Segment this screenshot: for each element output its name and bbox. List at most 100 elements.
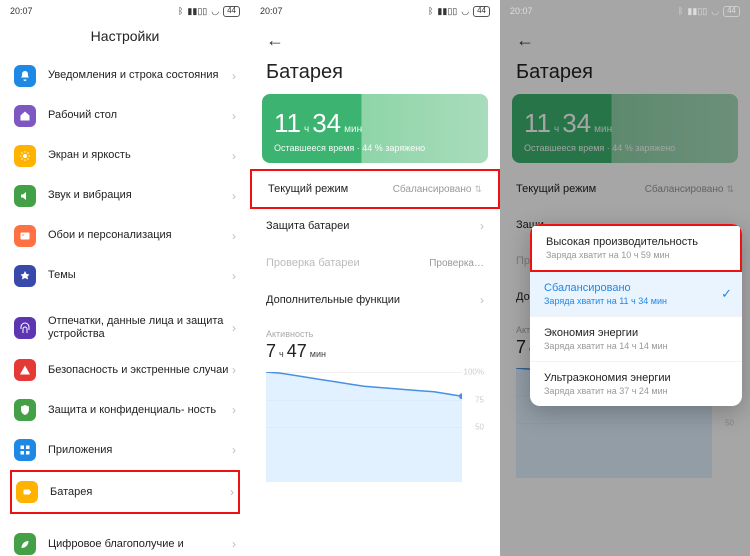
status-time: 20:07 (510, 6, 533, 16)
theme-icon (14, 265, 36, 287)
mode-option-title: Экономия энергии (544, 327, 728, 339)
setting-row[interactable]: Текущий режимСбалансировано⇅ (250, 169, 500, 209)
page-title: Батарея (250, 55, 500, 94)
bell-icon (14, 65, 36, 87)
mode-option-title: Сбалансировано (544, 282, 728, 294)
activity-time: 7ч 47мин (250, 341, 500, 368)
image-icon (14, 225, 36, 247)
status-bar: 20:07 ᛒ ▮▮▯▯ ◡ 44 (500, 0, 750, 20)
status-indicators: ᛒ ▮▮▯▯ ◡ 44 (178, 6, 240, 17)
panel-settings: 20:07 ᛒ ▮▮▯▯ ◡ 44 Настройки Уведомления … (0, 0, 250, 556)
bluetooth-icon: ᛒ (678, 6, 683, 16)
chevron-right-icon: › (232, 443, 236, 457)
mode-selector-popup: Высокая производительностьЗаряда хватит … (530, 224, 742, 406)
bluetooth-icon: ᛒ (428, 6, 433, 16)
row-label: Батарея (50, 486, 230, 499)
settings-row-bell[interactable]: Уведомления и строка состояния› (10, 56, 240, 96)
mode-option-subtitle: Заряда хватит на 10 ч 59 мин (546, 250, 726, 260)
status-indicators: ᛒ ▮▮▯▯ ◡ 44 (678, 6, 740, 17)
signal-icon: ▮▮▯▯ (437, 6, 457, 17)
panel-battery-popup: 20:07 ᛒ ▮▮▯▯ ◡ 44 ← Батарея 11ч 34мин Ос… (500, 0, 750, 556)
setting-row[interactable]: Защита батареи› (250, 207, 500, 245)
settings-row-sun[interactable]: Экран и яркость› (10, 136, 240, 176)
battery-indicator: 44 (223, 6, 240, 17)
mode-option-subtitle: Заряда хватит на 14 ч 14 мин (544, 341, 728, 351)
battery-indicator: 44 (473, 6, 490, 17)
chevron-right-icon: › (480, 219, 484, 233)
back-button[interactable]: ← (512, 26, 538, 55)
chevron-right-icon: › (232, 149, 236, 163)
remaining-minutes: 34 (312, 108, 341, 139)
finger-icon (14, 317, 36, 339)
mode-option[interactable]: СбалансированоЗаряда хватит на 11 ч 34 м… (530, 272, 742, 317)
battery-summary-card: 11 ч 34 мин Оставшееся время · 44 % заря… (262, 94, 488, 163)
signal-icon: ▮▮▯▯ (687, 6, 707, 17)
alert-icon (14, 359, 36, 381)
chevron-right-icon: › (230, 485, 234, 499)
chevron-right-icon: › (232, 69, 236, 83)
setting-row: Проверка батареиПроверка… (250, 245, 500, 281)
page-title: Настройки (0, 20, 250, 56)
chevron-right-icon: › (232, 537, 236, 551)
chevron-right-icon: › (232, 269, 236, 283)
chevron-right-icon: › (232, 189, 236, 203)
row-label: Рабочий стол (48, 109, 232, 122)
chevron-updown-icon: ⇅ (474, 184, 482, 195)
settings-row-apps[interactable]: Приложения› (10, 430, 240, 470)
settings-row-theme[interactable]: Темы› (10, 256, 240, 296)
row-label: Безопасность и экстренные случаи (48, 364, 232, 377)
sound-icon (14, 185, 36, 207)
sun-icon (14, 145, 36, 167)
chevron-right-icon: › (232, 229, 236, 243)
chevron-right-icon: › (232, 363, 236, 377)
settings-row-finger[interactable]: Отпечатки, данные лица и защита устройст… (10, 306, 240, 350)
row-label: Цифровое благополучие и (48, 538, 232, 551)
wifi-icon: ◡ (461, 6, 469, 17)
settings-row-battery[interactable]: Батарея› (10, 470, 240, 514)
status-time: 20:07 (260, 6, 283, 16)
battery-usage-chart: 100%7550 (266, 372, 484, 482)
row-label: Отпечатки, данные лица и защита устройст… (48, 315, 232, 341)
apps-icon (14, 439, 36, 461)
chevron-right-icon: › (232, 321, 236, 335)
mode-option[interactable]: Ультраэкономия энергии Заряда хватит на 3… (530, 362, 742, 406)
back-button[interactable]: ← (262, 26, 288, 55)
chevron-right-icon: › (480, 293, 484, 307)
mode-option-subtitle: Заряда хватит на 37 ч 24 мин (544, 386, 728, 396)
settings-row-home[interactable]: Рабочий стол› (10, 96, 240, 136)
check-icon: ✓ (721, 286, 732, 302)
battery-icon (16, 481, 38, 503)
leaf-icon (14, 533, 36, 555)
status-time: 20:07 (10, 6, 33, 16)
battery-summary-card: 11ч 34мин Оставшееся время · 44 % заряже… (512, 94, 738, 163)
settings-row-leaf[interactable]: Цифровое благополучие и› (10, 524, 240, 556)
status-bar: 20:07 ᛒ ▮▮▯▯ ◡ 44 (250, 0, 500, 20)
current-mode-row[interactable]: Текущий режим Сбалансировано⇅ (500, 171, 750, 207)
mode-option-title: Ультраэкономия энергии (544, 372, 728, 384)
page-title: Батарея (500, 55, 750, 94)
row-label: Звук и вибрация (48, 189, 232, 202)
status-bar: 20:07 ᛒ ▮▮▯▯ ◡ 44 (0, 0, 250, 20)
chevron-right-icon: › (232, 109, 236, 123)
settings-row-alert[interactable]: Безопасность и экстренные случаи› (10, 350, 240, 390)
wifi-icon: ◡ (211, 6, 219, 17)
bluetooth-icon: ᛒ (178, 6, 183, 16)
row-label: Темы (48, 269, 232, 282)
remaining-hours: 11 (274, 108, 301, 139)
settings-row-sound[interactable]: Звук и вибрация› (10, 176, 240, 216)
activity-section-label: Активность (250, 319, 500, 341)
settings-row-shield[interactable]: Защита и конфиденциаль- ность› (10, 390, 240, 430)
mode-option[interactable]: Высокая производительностьЗаряда хватит … (530, 224, 742, 272)
wifi-icon: ◡ (711, 6, 719, 17)
row-label: Уведомления и строка состояния (48, 69, 232, 82)
signal-icon: ▮▮▯▯ (187, 6, 207, 17)
settings-row-image[interactable]: Обои и персонализация› (10, 216, 240, 256)
setting-row[interactable]: Дополнительные функции› (250, 281, 500, 319)
battery-indicator: 44 (723, 6, 740, 17)
mode-option[interactable]: Экономия энергии Заряда хватит на 14 ч 14… (530, 317, 742, 362)
row-label: Обои и персонализация (48, 229, 232, 242)
panel-battery: 20:07 ᛒ ▮▮▯▯ ◡ 44 ← Батарея 11 ч 34 мин … (250, 0, 500, 556)
battery-subtext: Оставшееся время · 44 % заряжено (274, 143, 476, 153)
shield-icon (14, 399, 36, 421)
home-icon (14, 105, 36, 127)
